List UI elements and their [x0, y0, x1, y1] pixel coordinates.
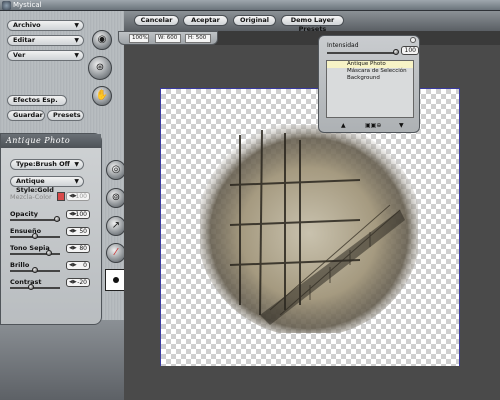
intensity-label: Intensidad	[327, 42, 359, 49]
param-value-field[interactable]: ◀▶ 100	[66, 210, 90, 219]
opacity-slider-track[interactable]	[10, 219, 60, 221]
accept-button[interactable]: Aceptar	[183, 15, 228, 26]
antique-photo-image	[200, 125, 418, 333]
eye-tool-button[interactable]: ◉	[92, 30, 112, 50]
contrast-slider-thumb[interactable]	[28, 284, 34, 290]
title-bar: Mystical	[0, 0, 500, 11]
chevron-down-icon: ▼	[74, 22, 79, 29]
param-value-field[interactable]: ◀▶ 80	[66, 244, 90, 253]
eye-icon: ◉	[97, 34, 107, 45]
close-icon[interactable]	[410, 37, 416, 43]
top-toolbar: Cancelar Aceptar Original Demo Layer Pre…	[124, 11, 500, 33]
param-value: 80	[79, 245, 87, 252]
sepia-slider-track[interactable]	[10, 253, 60, 255]
app-icon	[2, 1, 11, 10]
antique-photo-panel: Antique Photo Type:Brush Off ▼ Antique S…	[0, 133, 102, 325]
left-panel-footer	[0, 320, 124, 400]
eraser-icon: ⁄	[115, 247, 117, 258]
spinner-icon: ◀▶	[69, 279, 77, 285]
editar-menu-label: Editar	[13, 36, 36, 44]
param-value: 0	[83, 262, 87, 269]
presets-label: Presets	[53, 111, 81, 119]
chevron-down-icon: ▼	[74, 178, 79, 185]
wand-tool-button[interactable]: ↗	[106, 216, 126, 236]
spinner-icon: ◀▶	[69, 228, 77, 234]
param-label: Opacity	[10, 210, 38, 218]
layer-tools-icon[interactable]: ▣▣⊕	[365, 122, 381, 129]
layer-up-icon[interactable]: ▲	[341, 122, 346, 129]
layer-item[interactable]: Antique Photo	[327, 61, 413, 68]
param-value: 50	[79, 228, 87, 235]
param-label: Mezcla-Color	[10, 193, 52, 201]
size-bar: 100% W: 600 H: 500	[118, 31, 218, 45]
dial-icon: ⊛	[95, 62, 105, 73]
eraser-tool-button[interactable]: ⁄	[106, 243, 126, 263]
param-label: Brillo	[10, 261, 30, 269]
layer-item[interactable]: Máscara de Selección	[327, 68, 413, 75]
demo-presets-button[interactable]: Demo Layer Presets	[281, 15, 344, 33]
intensity-slider-track[interactable]	[327, 52, 397, 54]
chevron-down-icon: ▼	[74, 161, 79, 168]
panel-title: Antique Photo	[1, 134, 101, 148]
guardar-label: Guardar	[13, 111, 43, 119]
brillo-slider-thumb[interactable]	[32, 267, 38, 273]
width-field[interactable]: W: 600	[155, 34, 181, 43]
cancel-button[interactable]: Cancelar	[134, 15, 179, 26]
brush-tool-button[interactable]: ◎	[106, 160, 126, 180]
wand-icon: ↗	[111, 220, 121, 231]
param-value: 100	[75, 193, 87, 200]
window-title: Mystical	[13, 1, 42, 9]
param-value-field[interactable]: ◀▶ 50	[66, 227, 90, 236]
color-swatch[interactable]	[57, 192, 65, 201]
original-button[interactable]: Original	[233, 15, 276, 26]
contrast-slider-track[interactable]	[10, 287, 60, 289]
chevron-down-icon: ▼	[74, 52, 79, 59]
rotate-tool-button[interactable]: ⊛	[88, 56, 112, 80]
param-value: 100	[75, 211, 87, 218]
layer-list: Antique Photo Máscara de Selección Backg…	[326, 60, 414, 118]
efectos-menu-label: Efectos Esp.	[13, 96, 58, 104]
intensity-value-field[interactable]: 100	[401, 46, 419, 55]
style-dropdown-label: Antique Style:Gold	[16, 177, 54, 194]
param-label: Tono Sepia	[10, 244, 50, 252]
spinner-icon: ◀▶	[69, 262, 77, 268]
param-value-field[interactable]: ◀▶ 0	[66, 261, 90, 270]
target-tool-button[interactable]: ⊚	[106, 188, 126, 208]
spinner-icon: ◀▶	[69, 211, 77, 217]
hand-icon: ✋	[95, 90, 109, 101]
param-value-field[interactable]: ◀▶ -20	[66, 278, 90, 287]
height-field[interactable]: H: 500	[185, 34, 211, 43]
ensueno-slider-thumb[interactable]	[32, 233, 38, 239]
chevron-down-icon: ▼	[74, 37, 79, 44]
efectos-menu-button[interactable]: Efectos Esp.	[7, 95, 67, 106]
ver-menu-label: Ver	[13, 51, 26, 59]
type-dropdown[interactable]: Type:Brush Off ▼	[10, 159, 84, 170]
guardar-button[interactable]: Guardar	[7, 110, 45, 121]
editar-menu-button[interactable]: Editar ▼	[7, 35, 84, 46]
zoom-field[interactable]: 100%	[129, 34, 149, 43]
brush-icon: ◎	[111, 164, 121, 175]
hand-tool-button[interactable]: ✋	[92, 86, 112, 106]
spinner-icon: ◀▶	[69, 245, 77, 251]
target-icon: ⊚	[111, 192, 121, 203]
ver-menu-button[interactable]: Ver ▼	[7, 50, 84, 61]
param-label: Contrast	[10, 278, 42, 286]
dot-icon	[113, 277, 119, 283]
param-value-field[interactable]: ◀▶ 100	[66, 192, 90, 201]
intensity-value: 100	[404, 47, 416, 54]
sepia-slider-thumb[interactable]	[46, 250, 52, 256]
layers-panel: Intensidad 100 Antique Photo Máscara de …	[318, 35, 420, 133]
type-dropdown-label: Type:Brush Off	[16, 160, 70, 168]
archivo-menu-button[interactable]: Archivo ▼	[7, 20, 84, 31]
layer-item[interactable]: Background	[327, 75, 413, 82]
spinner-icon: ◀▶	[69, 193, 77, 199]
intensity-slider-thumb[interactable]	[393, 49, 399, 55]
presets-button[interactable]: Presets	[47, 110, 84, 121]
param-value: -20	[77, 279, 87, 286]
archivo-menu-label: Archivo	[13, 21, 41, 29]
layer-down-icon[interactable]: ▼	[399, 122, 404, 129]
style-dropdown[interactable]: Antique Style:Gold ▼	[10, 176, 84, 194]
opacity-slider-thumb[interactable]	[54, 216, 60, 222]
